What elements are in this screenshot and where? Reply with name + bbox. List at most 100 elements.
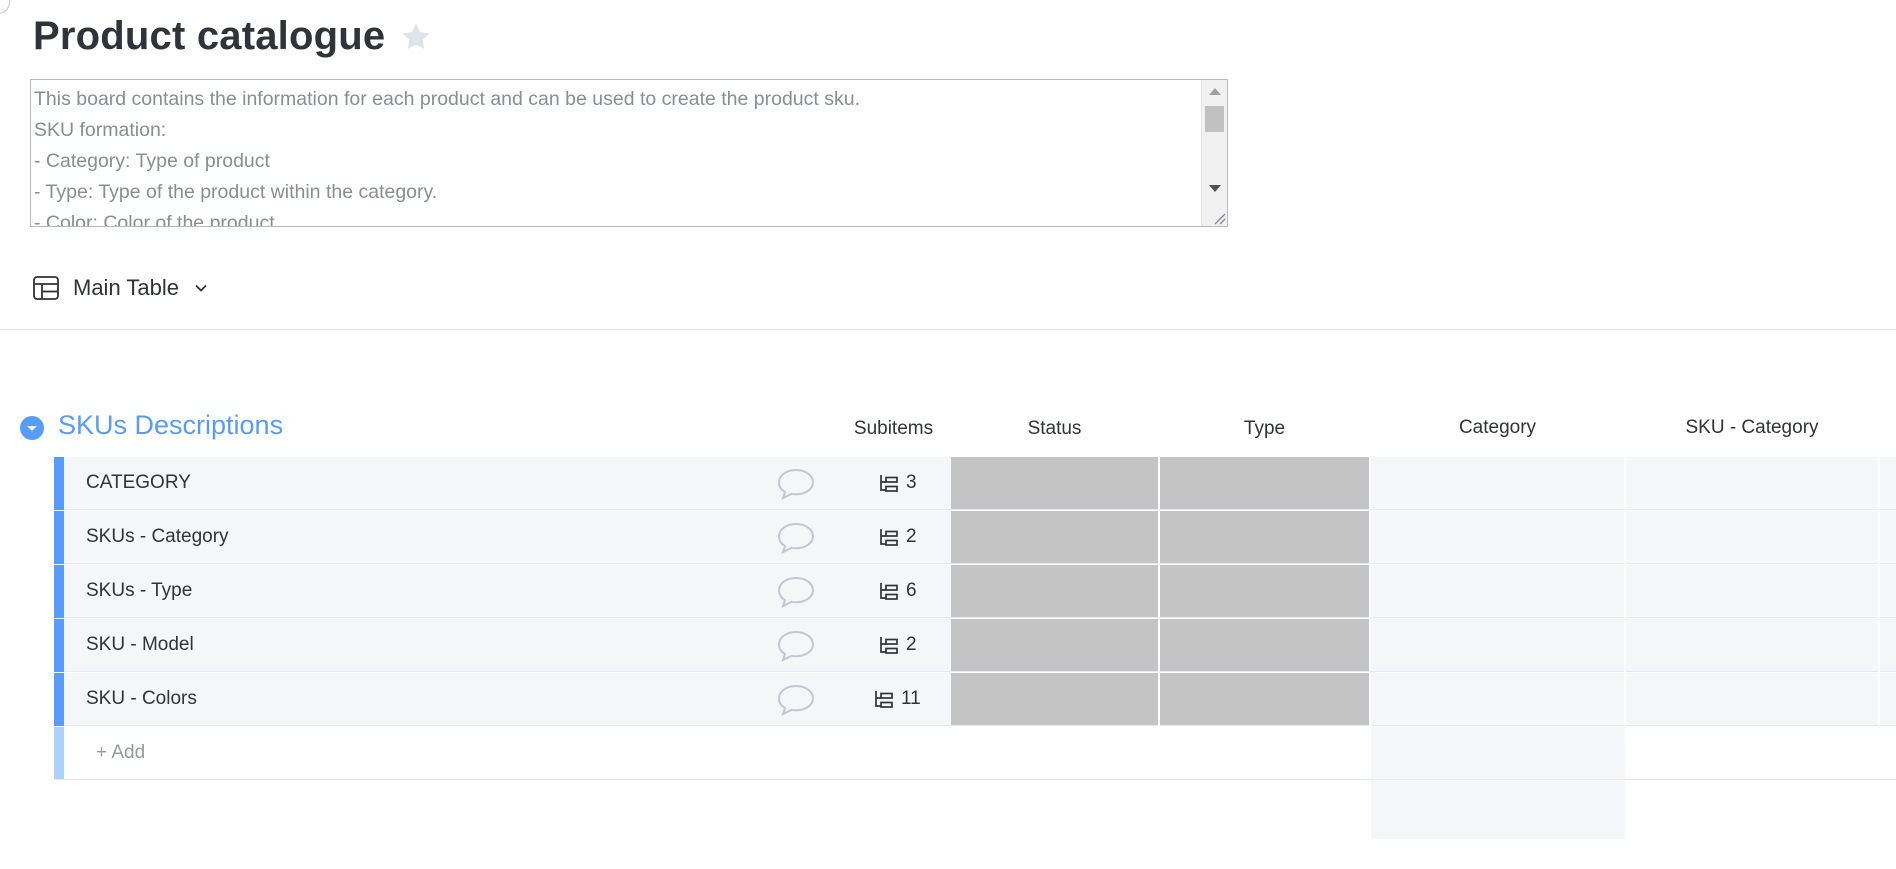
column-header-sku-category[interactable]: SKU - Category — [1626, 417, 1878, 439]
group-title[interactable]: SKUs Descriptions — [58, 410, 283, 441]
group-color-stripe — [54, 727, 64, 779]
add-item-input[interactable]: + Add — [96, 742, 145, 764]
scroll-up-arrow-icon[interactable] — [1209, 88, 1221, 95]
subitems-count: 11 — [901, 688, 921, 709]
table-row[interactable]: SKUs - Category 2 — [54, 511, 1896, 564]
table-row[interactable]: SKU - Model 2 — [54, 619, 1896, 672]
add-item-row[interactable]: + Add — [54, 727, 1896, 780]
sku-category-cell[interactable] — [1626, 565, 1878, 618]
chevron-down-icon[interactable] — [193, 280, 209, 296]
column-header-type[interactable]: Type — [1160, 418, 1369, 440]
column-header-category[interactable]: Category — [1371, 417, 1624, 439]
board-description[interactable]: This board contains the information for … — [30, 79, 1228, 227]
description-scrollbar[interactable] — [1201, 80, 1227, 226]
category-cell[interactable] — [1371, 511, 1624, 564]
subitems-counter[interactable]: 2 — [878, 634, 917, 656]
subitems-count: 6 — [906, 580, 917, 601]
description-line: - Type: Type of the product within the c… — [34, 181, 438, 203]
table-row[interactable]: CATEGORY 3 — [54, 457, 1896, 510]
view-selector[interactable]: Main Table — [32, 274, 209, 302]
chat-bubble-icon[interactable] — [776, 575, 816, 609]
sku-category-cell[interactable] — [1626, 457, 1878, 510]
subitems-cell[interactable]: 2 — [836, 619, 951, 672]
item-name[interactable]: SKUs - Type — [86, 580, 192, 602]
group-color-stripe — [54, 511, 64, 564]
item-name[interactable]: SKU - Colors — [86, 688, 197, 710]
group-collapse-icon[interactable] — [19, 415, 45, 441]
sku-category-cell[interactable] — [1626, 673, 1878, 726]
type-cell[interactable] — [1160, 511, 1369, 564]
item-name[interactable]: SKU - Model — [86, 634, 194, 656]
item-name-cell[interactable]: CATEGORY — [64, 457, 887, 510]
subitems-count: 3 — [906, 472, 917, 493]
group-color-stripe — [54, 565, 64, 618]
subitems-cell[interactable]: 3 — [836, 457, 951, 510]
scroll-down-arrow-icon[interactable] — [1209, 185, 1221, 192]
chat-bubble-icon[interactable] — [776, 683, 816, 717]
table-row[interactable]: SKUs - Type 6 — [54, 565, 1896, 618]
status-cell[interactable] — [951, 673, 1158, 726]
next-column-cell[interactable] — [1880, 565, 1896, 618]
category-cell[interactable] — [1371, 673, 1624, 726]
board-header: Product catalogue — [33, 14, 433, 59]
subitems-icon — [875, 691, 893, 708]
board-title[interactable]: Product catalogue — [33, 14, 385, 59]
item-name-cell[interactable]: SKUs - Category — [64, 511, 887, 564]
type-cell[interactable] — [1160, 619, 1369, 672]
description-line: - Color: Color of the product. — [34, 212, 281, 227]
next-column-cell[interactable] — [1880, 673, 1896, 726]
next-column-cell[interactable] — [1880, 511, 1896, 564]
subitems-icon — [880, 637, 898, 654]
table-icon — [33, 276, 59, 300]
type-cell[interactable] — [1160, 673, 1369, 726]
header-divider — [0, 329, 1896, 330]
group-color-stripe — [54, 619, 64, 672]
sku-category-cell[interactable] — [1626, 619, 1878, 672]
subitems-icon — [880, 529, 898, 546]
item-name[interactable]: SKUs - Category — [86, 526, 229, 548]
group-color-stripe — [54, 457, 64, 510]
item-name-cell[interactable]: SKU - Colors — [64, 673, 887, 726]
scroll-thumb[interactable] — [1205, 106, 1224, 132]
column-header-status[interactable]: Status — [951, 418, 1158, 440]
description-text: This board contains the information for … — [34, 84, 860, 227]
table-row[interactable]: SKU - Colors 11 — [54, 673, 1896, 726]
subitems-counter[interactable]: 3 — [878, 472, 917, 494]
subitems-cell[interactable]: 2 — [836, 511, 951, 564]
subitems-counter[interactable]: 11 — [873, 688, 921, 710]
status-cell[interactable] — [951, 619, 1158, 672]
group-color-stripe — [54, 673, 64, 726]
subitems-cell[interactable]: 11 — [836, 673, 951, 726]
view-label[interactable]: Main Table — [73, 275, 179, 301]
description-line: This board contains the information for … — [34, 88, 860, 110]
item-name-cell[interactable]: SKU - Model — [64, 619, 887, 672]
type-cell[interactable] — [1160, 565, 1369, 618]
status-cell[interactable] — [951, 511, 1158, 564]
category-cell[interactable] — [1371, 565, 1624, 618]
description-line: - Category: Type of product — [34, 150, 270, 172]
subitems-cell[interactable]: 6 — [836, 565, 951, 618]
type-cell[interactable] — [1160, 457, 1369, 510]
subitems-counter[interactable]: 2 — [878, 526, 917, 548]
description-line: SKU formation: — [34, 119, 167, 141]
status-cell[interactable] — [951, 565, 1158, 618]
subitems-count: 2 — [906, 634, 917, 655]
category-cell[interactable] — [1371, 619, 1624, 672]
subitems-counter[interactable]: 6 — [878, 580, 917, 602]
corner-circle — [0, 0, 10, 14]
status-cell[interactable] — [951, 457, 1158, 510]
item-name[interactable]: CATEGORY — [86, 472, 191, 494]
subitems-icon — [880, 583, 898, 600]
chat-bubble-icon[interactable] — [776, 521, 816, 555]
next-column-cell[interactable] — [1880, 619, 1896, 672]
star-icon[interactable] — [399, 20, 433, 54]
resize-grip-icon[interactable] — [1210, 209, 1226, 225]
category-cell[interactable] — [1371, 457, 1624, 510]
sku-category-cell[interactable] — [1626, 511, 1878, 564]
subitems-count: 2 — [906, 526, 917, 547]
chat-bubble-icon[interactable] — [776, 629, 816, 663]
column-header-subitems[interactable]: Subitems — [836, 418, 951, 440]
chat-bubble-icon[interactable] — [776, 467, 816, 501]
next-column-cell[interactable] — [1880, 457, 1896, 510]
item-name-cell[interactable]: SKUs - Type — [64, 565, 887, 618]
